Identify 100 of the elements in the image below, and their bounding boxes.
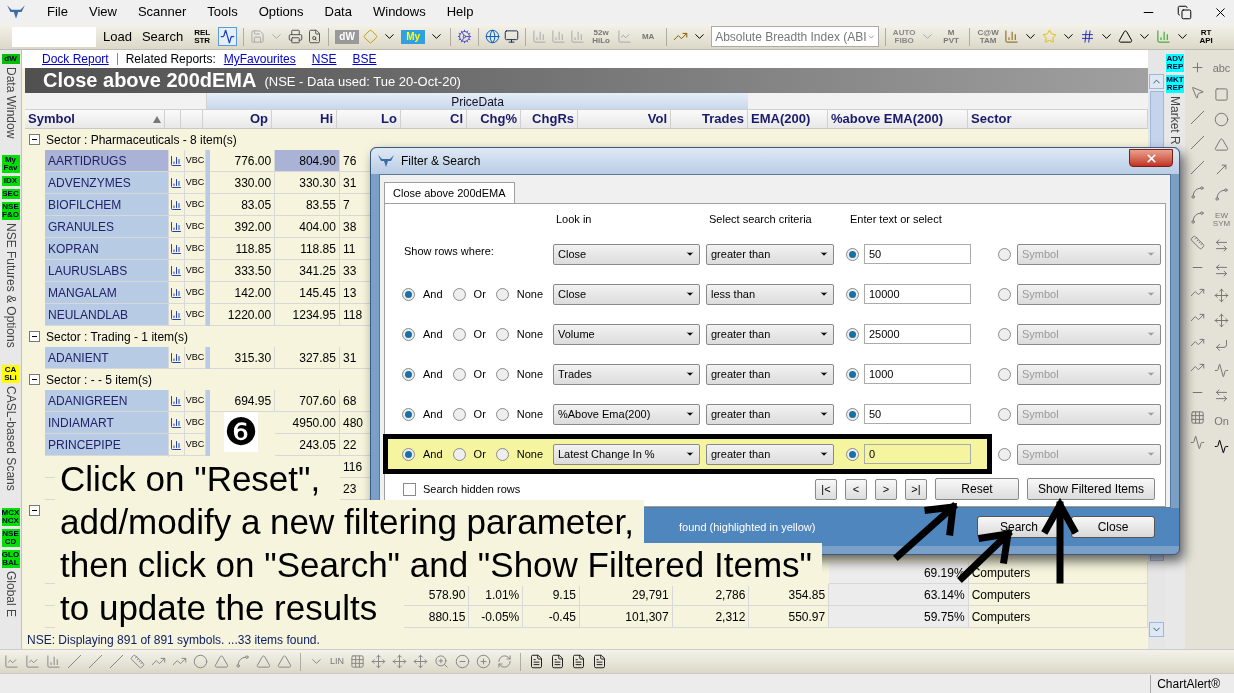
toolbar-glyph-icon[interactable]: RT API	[1194, 28, 1219, 45]
shortcut-badge[interactable]: NSE F&O	[1, 202, 20, 221]
menu-item[interactable]: Options	[258, 2, 304, 22]
menu-item[interactable]: Windows	[372, 2, 426, 22]
shortcut-badge[interactable]: My Fav	[1, 155, 20, 174]
side-tab[interactable]: NSE Futures & Options	[0, 223, 21, 349]
side-tab[interactable]: CASL-based Scans	[0, 386, 21, 491]
linear-scale-icon[interactable]: LIN	[330, 654, 344, 669]
nav-button[interactable]: >	[875, 478, 897, 500]
dropdown-select[interactable]: Volume	[553, 323, 700, 345]
report-link[interactable]: MyFavourites	[223, 50, 296, 68]
column-header[interactable]: Vol	[578, 110, 671, 128]
menu-item[interactable]: Tools	[207, 2, 238, 22]
dialog-tab[interactable]: Close above 200dEMA	[384, 182, 515, 204]
symbol-cell[interactable]: BIOFILCHEM	[45, 194, 169, 216]
value-input[interactable]: 50	[864, 244, 971, 264]
column-header[interactable]: Trades	[671, 110, 748, 128]
table-cell: 1220.00	[210, 304, 276, 326]
table-cell: 550.97	[749, 606, 830, 628]
nav-button[interactable]: <	[845, 478, 867, 500]
symbol-cell[interactable]: AARTIDRUGS	[45, 150, 169, 172]
text-tool-icon[interactable]: abc	[1212, 60, 1231, 77]
toolbar-button[interactable]: Search	[138, 26, 187, 47]
symbol-cell[interactable]: GRANULES	[45, 216, 169, 238]
column-header[interactable]: Hi	[272, 110, 337, 128]
table-cell: 2,312	[672, 606, 750, 628]
dropdown-select[interactable]: greater than	[706, 243, 834, 265]
dropdown-select[interactable]: Trades	[553, 363, 700, 385]
column-header[interactable]: Symbol	[25, 110, 165, 128]
column-header[interactable]: Cl	[401, 110, 467, 128]
group-header: Sector : Trading - 1 item(s)	[46, 328, 189, 346]
action-button[interactable]: Reset	[935, 478, 1019, 500]
shortcut-badge[interactable]: ADV REP	[1166, 54, 1184, 72]
value-input[interactable]: 50	[864, 404, 971, 424]
shortcut-badge[interactable]: CA SLi	[1, 365, 20, 384]
menu-item[interactable]: Help	[446, 2, 474, 22]
dropdown-select[interactable]: greater than	[706, 443, 834, 465]
table-cell: 145.45	[275, 282, 340, 304]
toolbar-glyph-icon[interactable]: C@W TAM	[976, 28, 1001, 45]
menu-item[interactable]: File	[47, 2, 68, 22]
nav-button[interactable]: >|	[905, 478, 927, 500]
column-header[interactable]: ChgRs	[521, 110, 578, 128]
toolbar-button[interactable]: Load	[100, 26, 135, 47]
toolbar-glyph-icon[interactable]: M PVT	[939, 28, 964, 45]
report-link[interactable]: NSE	[311, 50, 337, 68]
menu-item[interactable]: Data	[324, 2, 352, 22]
toolbar-glyph-icon[interactable]: 52w HiLo	[589, 28, 614, 45]
indicator-select[interactable]: Absolute Breadth Index (ABI	[711, 26, 880, 47]
related-reports-label: Related Reports:	[125, 51, 216, 68]
symbol-cell[interactable]: INDIAMART	[45, 412, 169, 434]
dropdown-select[interactable]: less than	[706, 283, 834, 305]
dropdown-select[interactable]: Close	[553, 243, 700, 265]
menu-item[interactable]: View	[88, 2, 117, 22]
shortcut-badge[interactable]: IDX	[1, 176, 20, 187]
menu-item[interactable]: Scanner	[137, 2, 187, 22]
column-header[interactable]: EMA(200)	[748, 110, 828, 128]
toggle-tool-icon[interactable]: On	[1214, 412, 1229, 429]
dropdown-select[interactable]: Close	[553, 283, 700, 305]
symbol-cell[interactable]: KOPRAN	[45, 238, 169, 260]
symbol-cell[interactable]: ADANIENT	[45, 347, 169, 369]
side-tab[interactable]: Market R	[1165, 96, 1185, 145]
shortcut-badge[interactable]: GLO BAL	[1, 549, 20, 568]
dropdown-select[interactable]: %Above Ema(200)	[553, 403, 700, 425]
symbol-cell[interactable]: NEULANDLAB	[45, 304, 169, 326]
radio-label: And	[423, 326, 443, 342]
symbol-cell[interactable]: ADANIGREEN	[45, 390, 169, 412]
shortcut-badge[interactable]: MKT REP	[1166, 75, 1184, 93]
shortcut-badge[interactable]: MCX NCX	[1, 507, 20, 526]
value-input[interactable]: 0	[864, 444, 971, 464]
side-tab[interactable]: Data Window	[0, 67, 21, 139]
nav-button[interactable]: |<	[815, 478, 837, 500]
symbol-cell[interactable]: PRINCEPIPE	[45, 434, 169, 456]
column-header[interactable]: Chg%	[467, 110, 521, 128]
symbol-cell[interactable]: ADVENZYMES	[45, 172, 169, 194]
report-subtitle: (NSE - Data used: Tue 20-Oct-20)	[264, 72, 461, 91]
column-header[interactable]: Lo	[337, 110, 401, 128]
toolbar-glyph-icon[interactable]: MA	[636, 32, 661, 41]
dropdown-select[interactable]: greater than	[706, 403, 834, 425]
table-cell: Computers	[968, 584, 1148, 606]
symbol-cell[interactable]: LAURUSLABS	[45, 260, 169, 282]
symbol-cell[interactable]: MANGALAM	[45, 282, 169, 304]
value-input[interactable]: 10000	[864, 284, 971, 304]
value-input[interactable]: 25000	[864, 324, 971, 344]
report-link[interactable]: BSE	[352, 50, 377, 68]
wave-tool-icon[interactable]: EW SYM	[1212, 211, 1231, 228]
action-button[interactable]: Show Filtered Items	[1027, 478, 1155, 500]
shortcut-badge[interactable]: SEC	[1, 189, 20, 200]
shortcut-badge[interactable]: dW	[1, 54, 20, 64]
side-tab[interactable]: Global E	[0, 570, 21, 617]
table-cell: 118.85	[210, 238, 276, 260]
dropdown-select[interactable]: Latest Change In %	[553, 443, 700, 465]
shortcut-badge[interactable]: NSE CD	[1, 528, 20, 547]
dropdown-select[interactable]: greater than	[706, 323, 834, 345]
column-header[interactable]: Op	[207, 110, 272, 128]
footer-button[interactable]: Close	[1071, 516, 1155, 538]
value-input[interactable]: 1000	[864, 364, 971, 384]
dropdown-select[interactable]: greater than	[706, 363, 834, 385]
column-header[interactable]: %above EMA(200)	[828, 110, 968, 128]
toolbar-glyph-icon[interactable]: REL STR	[190, 28, 215, 45]
dock-report-link[interactable]: Dock Report	[42, 50, 109, 68]
